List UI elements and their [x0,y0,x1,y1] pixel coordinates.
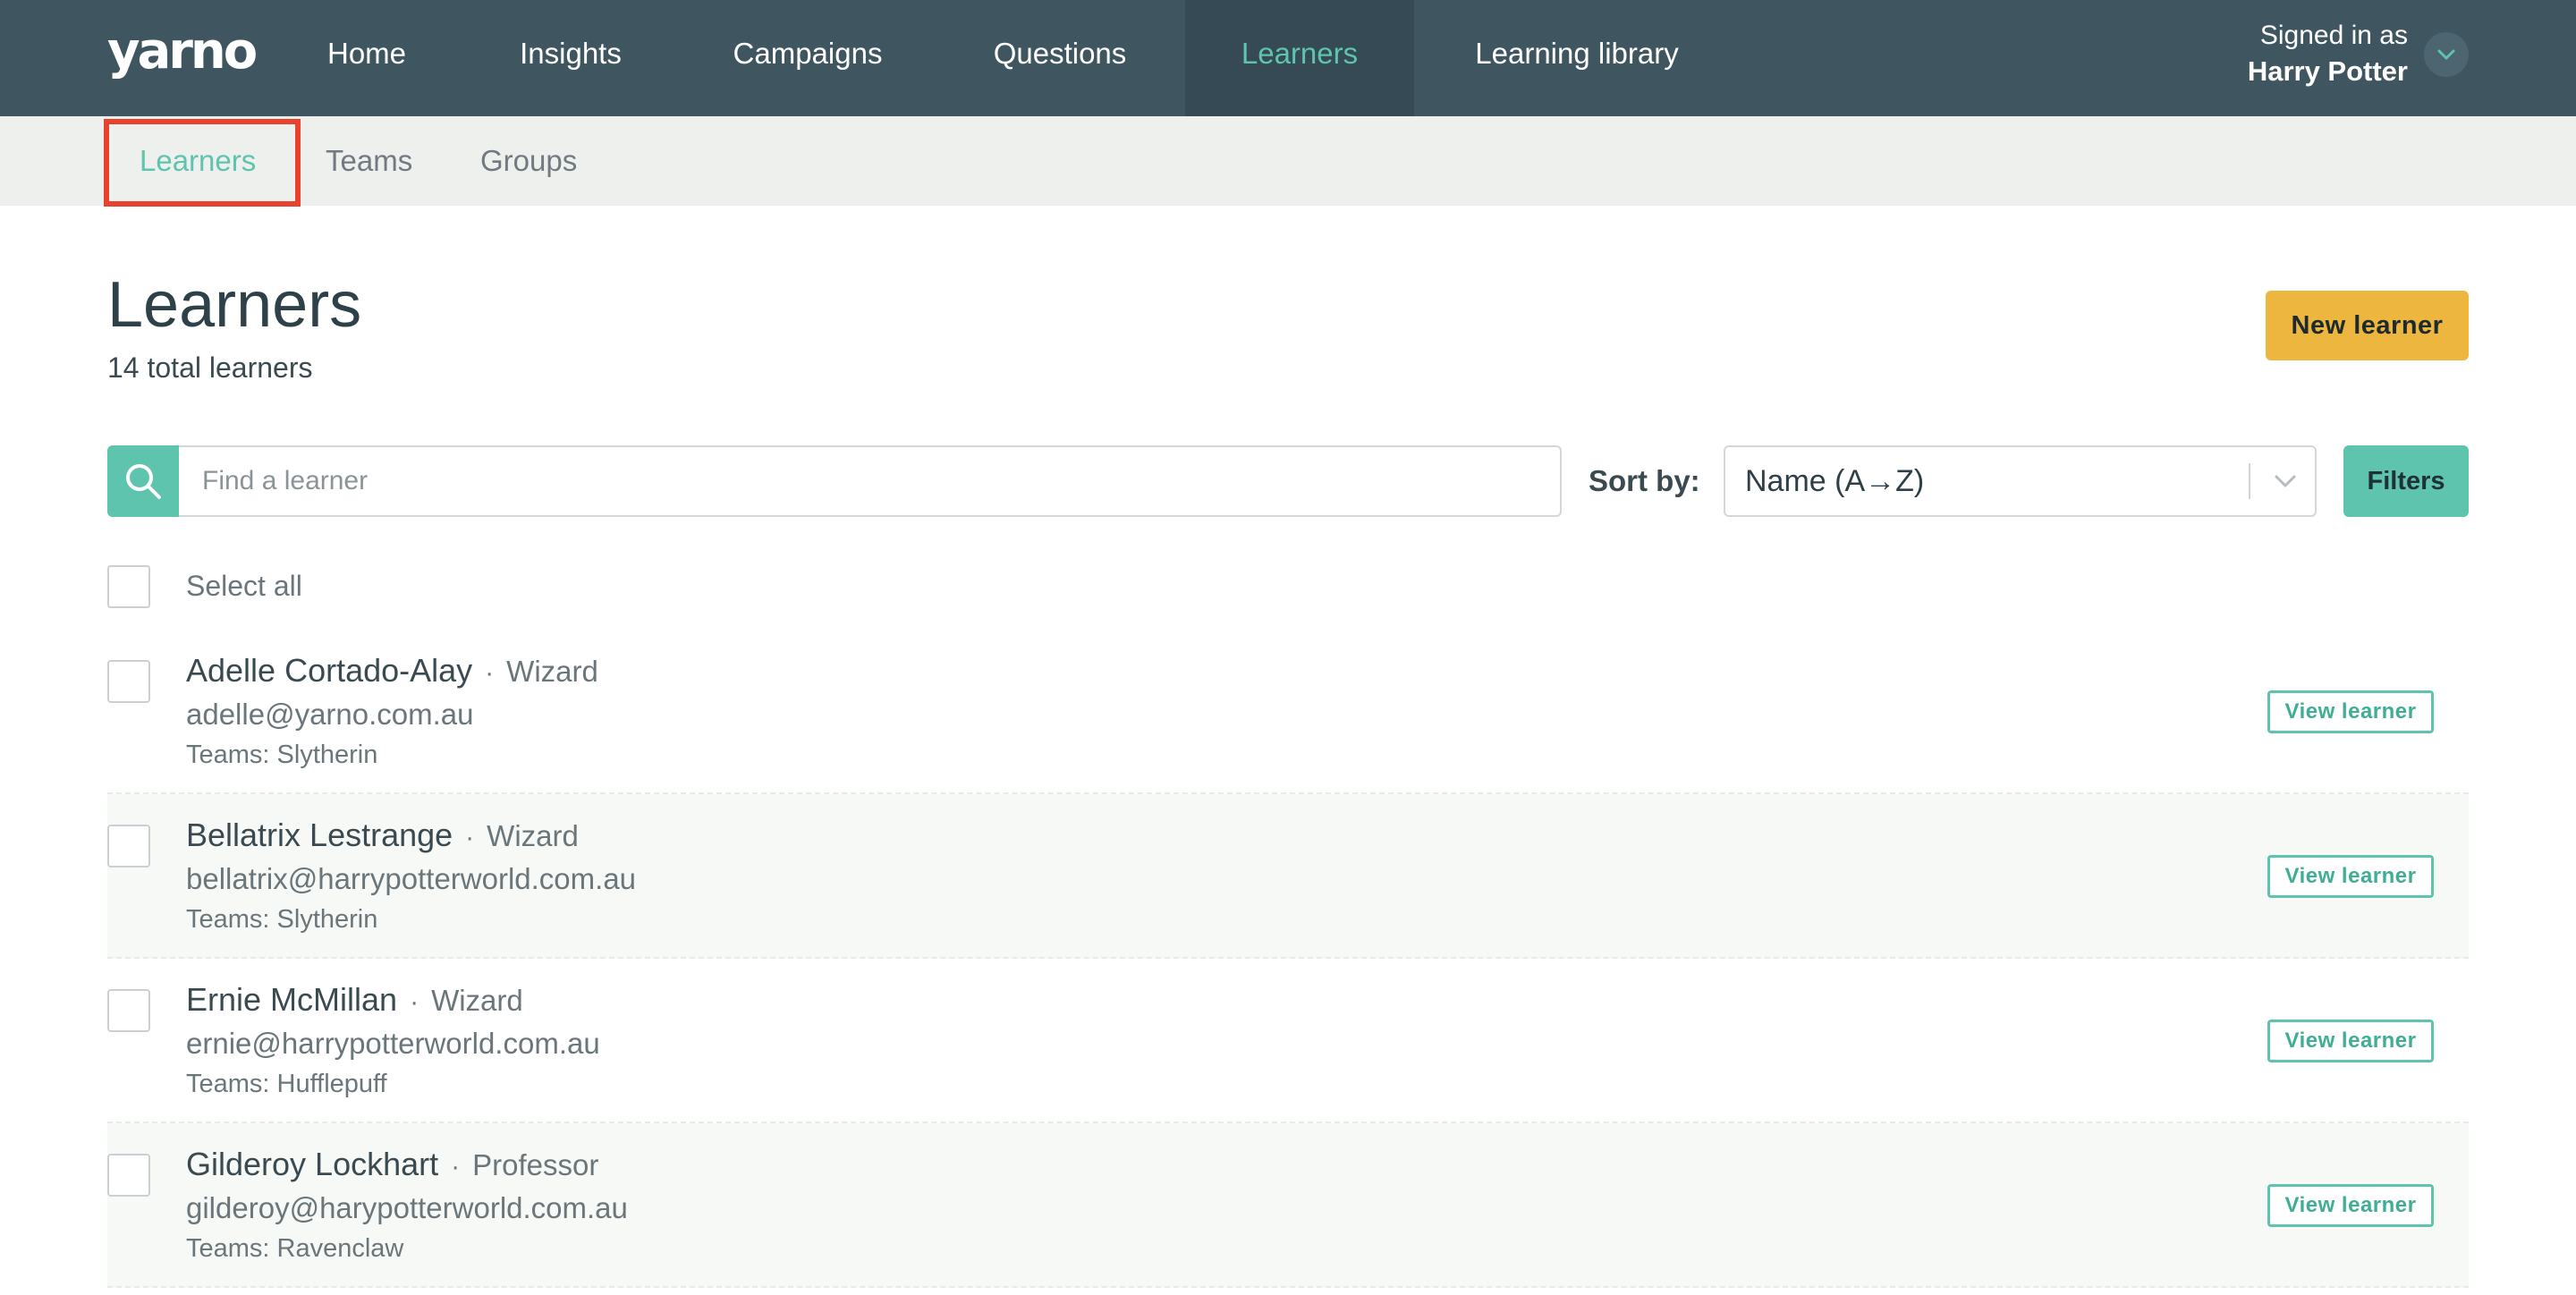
learner-teams: Teams: Slytherin [186,741,378,769]
chevron-down-icon [2437,49,2455,60]
signed-in-info: Signed in as Harry Potter [2248,18,2408,89]
learner-teams: Teams: Ravenclaw [186,1234,404,1263]
page-title: Learners [107,269,362,341]
user-menu-toggle[interactable] [2424,32,2469,77]
new-learner-button[interactable]: New learner [2266,291,2469,360]
row-checkbox[interactable] [107,989,150,1032]
signed-in-label: Signed in as [2259,21,2408,50]
learner-teams: Teams: Hufflepuff [186,1070,387,1098]
sort-label: Sort by: [1589,464,1700,497]
learner-email: bellatrix@harrypotterworld.com.au [186,862,637,895]
top-nav: yarno Home Insights Campaigns Questions … [0,0,2576,116]
learner-count: 14 total learners [107,351,313,384]
separator: · [451,1152,461,1181]
view-learner-button[interactable]: View learner [2267,1020,2434,1062]
view-learner-button[interactable]: View learner [2267,855,2434,898]
learner-teams: Teams: Slytherin [186,905,378,934]
separator: · [410,987,419,1017]
search-icon [126,464,161,499]
subnav-groups[interactable]: Groups [480,116,577,206]
nav-learners[interactable]: Learners [1185,0,1414,116]
list-item: Ernie McMillan · Wizard ernie@harrypotterw… [107,959,2469,1123]
learner-role: Wizard [431,984,523,1017]
nav-learning-library[interactable]: Learning library [1449,0,1705,116]
row-checkbox[interactable] [107,825,150,868]
search-button[interactable] [107,445,179,517]
list-item: Bellatrix Lestrange · Wizard bellatrix@har… [107,794,2469,959]
select-all-checkbox[interactable] [107,565,150,608]
learner-name[interactable]: Adelle Cortado-Alay [186,652,472,689]
list-item: Adelle Cortado-Alay · Wizard adelle@yarno.… [107,630,2469,794]
view-learner-button[interactable]: View learner [2267,690,2434,733]
row-checkbox[interactable] [107,660,150,703]
separator: · [485,658,495,688]
list-item: Gilderoy Lockhart · Professor gilderoy@har… [107,1123,2469,1288]
learner-email: gilderoy@harypotterworld.com.au [186,1191,628,1224]
learner-name[interactable]: Bellatrix Lestrange [186,817,453,853]
subnav-learners[interactable]: Learners [140,116,256,206]
learner-role: Professor [472,1148,599,1181]
yarno-logo[interactable]: yarno [107,23,258,80]
nav-insights[interactable]: Insights [483,0,658,116]
learner-role: Wizard [487,819,579,852]
separator: · [465,823,475,852]
learner-email: adelle@yarno.com.au [186,698,474,731]
learner-role: Wizard [506,655,598,688]
filters-button[interactable]: Filters [2343,445,2469,517]
sort-value: Name (A→Z) [1745,464,1925,498]
nav-campaigns[interactable]: Campaigns [707,0,909,116]
learner-name[interactable]: Ernie McMillan [186,981,397,1018]
select-divider [2249,463,2250,499]
sub-nav: Learners Teams Groups [0,116,2576,206]
subnav-teams[interactable]: Teams [326,116,412,206]
view-learner-button[interactable]: View learner [2267,1184,2434,1227]
learner-email: ernie@harrypotterworld.com.au [186,1027,600,1060]
chevron-down-icon [2275,475,2296,487]
select-all-label: Select all [186,570,302,602]
learner-name[interactable]: Gilderoy Lockhart [186,1146,438,1182]
user-name: Harry Potter [2247,55,2408,87]
nav-questions[interactable]: Questions [966,0,1154,116]
row-checkbox[interactable] [107,1154,150,1197]
nav-home[interactable]: Home [293,0,440,116]
sort-select[interactable]: Name (A→Z) [1724,445,2317,517]
search-input[interactable] [179,445,1562,517]
